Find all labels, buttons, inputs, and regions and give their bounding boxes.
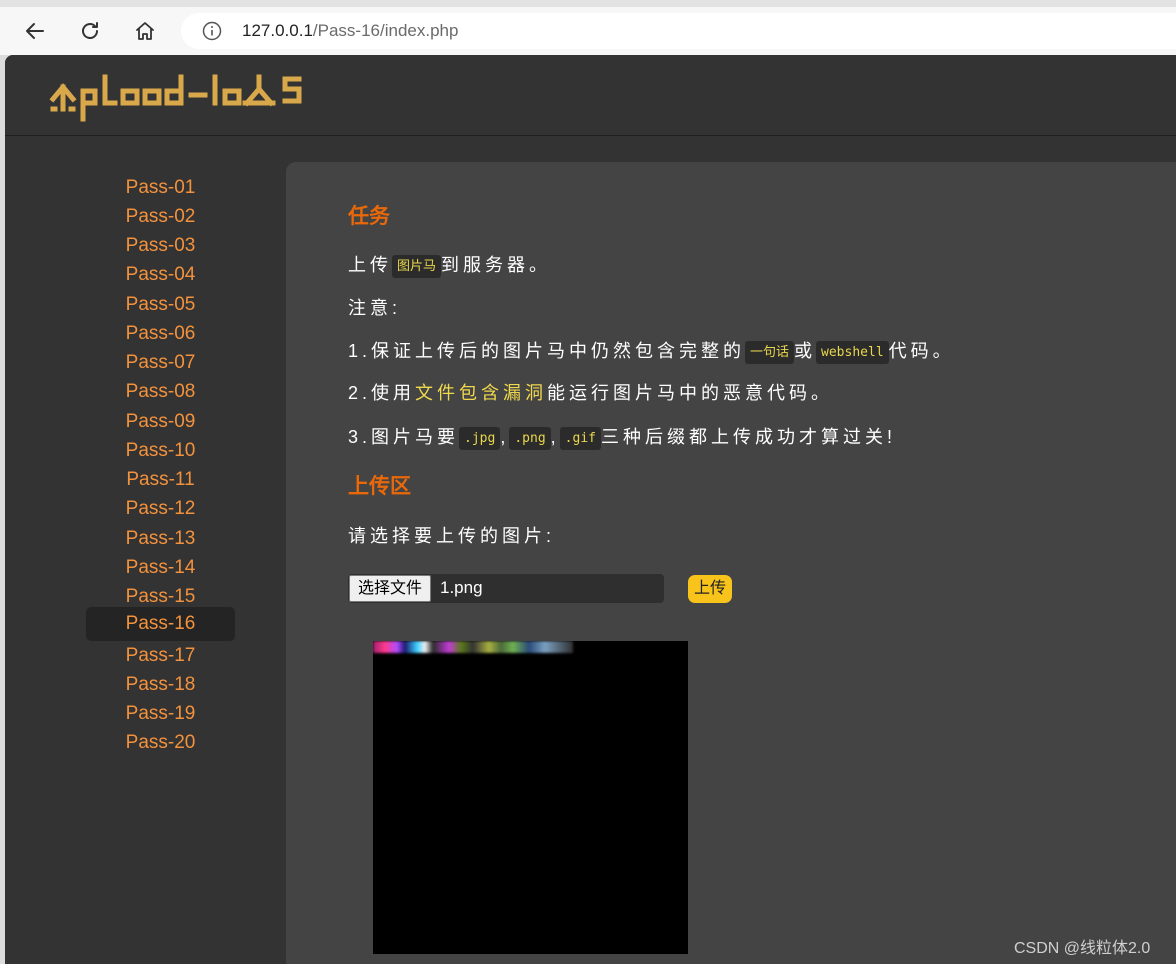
main-content: 任务 上传 图片马 到服务器。 注意: 1.保证上传后的图片马中仍然包含完整的 一句话…	[286, 162, 1176, 964]
task-text-b: 到服务器。	[441, 255, 552, 275]
url-path: /Pass-16/index.php	[312, 21, 459, 40]
code-tag-webshell: webshell	[816, 341, 889, 364]
browser-toolbar: 127.0.0.1/Pass-16/index.php	[0, 7, 1176, 55]
watermark: CSDN @线粒体2.0	[1014, 940, 1151, 957]
address-bar[interactable]: 127.0.0.1/Pass-16/index.php	[181, 13, 1176, 49]
rule-1-text-mid: 或	[794, 341, 817, 361]
upload-labs-logo	[49, 74, 302, 122]
site-logo[interactable]	[49, 69, 339, 128]
upload-button[interactable]: 上传	[688, 575, 732, 603]
rule-2-text-a: 2.使用	[348, 383, 416, 403]
code-tag-gif: .gif	[559, 427, 601, 450]
task-description: 上传 图片马 到服务器。	[348, 251, 551, 278]
rule-1-text-a: 1.保证上传后的图片马中仍然包含完整的	[348, 341, 746, 361]
rule-1-text-b: 代码。	[888, 341, 955, 361]
reload-button[interactable]	[76, 17, 104, 45]
file-input[interactable]: 选择文件 1.png	[348, 574, 664, 603]
rule-3: 3.图片马要 .jpg, .png, .gif 三种后缀都上传成功才算过关!	[348, 423, 896, 450]
back-button[interactable]	[21, 17, 49, 45]
code-tag-png: .png	[509, 427, 551, 450]
reload-icon	[82, 22, 98, 39]
selected-filename: 1.png	[440, 578, 483, 597]
rule-2: 2.使用文件包含漏洞能运行图片马中的恶意代码。	[348, 379, 833, 405]
rule-3-sep-1: ,	[500, 427, 510, 447]
highlight-file-inclusion: 文件包含漏洞	[415, 383, 548, 403]
url-text: 127.0.0.1/Pass-16/index.php	[242, 21, 458, 41]
sidebar-item-pass-16[interactable]: Pass-16	[86, 607, 235, 641]
task-heading: 任务	[348, 205, 390, 228]
upload-prompt: 请选择要上传的图片:	[348, 526, 556, 546]
task-text-a: 上传	[348, 255, 392, 275]
code-tag-image-horse: 图片马	[392, 255, 442, 278]
info-icon[interactable]	[202, 21, 222, 41]
rule-3-text-b: 三种后缀都上传成功才算过关!	[600, 427, 896, 447]
code-tag-one-liner: 一句话	[745, 341, 795, 364]
url-host: 127.0.0.1	[242, 21, 313, 40]
sidebar-item-pass-04[interactable]: Pass-04	[86, 258, 235, 292]
window-top-strip	[0, 0, 1176, 7]
site-header	[5, 55, 1176, 136]
note-label: 注意:	[348, 298, 402, 318]
page: Pass-01 Pass-02 Pass-03 Pass-04 Pass-05 …	[5, 55, 1176, 964]
sidebar-item-pass-20[interactable]: Pass-20	[86, 726, 235, 760]
uploaded-image-preview	[373, 641, 688, 954]
arrow-left-icon	[26, 23, 44, 39]
rule-3-text-a: 3.图片马要	[348, 427, 460, 447]
sidebar-menu: Pass-01 Pass-02 Pass-03 Pass-04 Pass-05 …	[5, 137, 286, 964]
rule-1: 1.保证上传后的图片马中仍然包含完整的 一句话或 webshell 代码。	[348, 337, 955, 364]
home-button[interactable]	[131, 17, 159, 45]
upload-heading: 上传区	[348, 475, 411, 498]
image-noise-strip	[373, 641, 573, 653]
home-icon	[136, 22, 154, 40]
rule-2-text-b: 能运行图片马中的恶意代码。	[547, 383, 834, 403]
rule-3-sep-2: ,	[550, 427, 560, 447]
choose-file-button[interactable]: 选择文件	[349, 575, 432, 602]
sidebar-item-pass-08[interactable]: Pass-08	[86, 375, 235, 409]
sidebar-item-pass-12[interactable]: Pass-12	[86, 492, 235, 526]
code-tag-jpg: .jpg	[459, 427, 501, 450]
